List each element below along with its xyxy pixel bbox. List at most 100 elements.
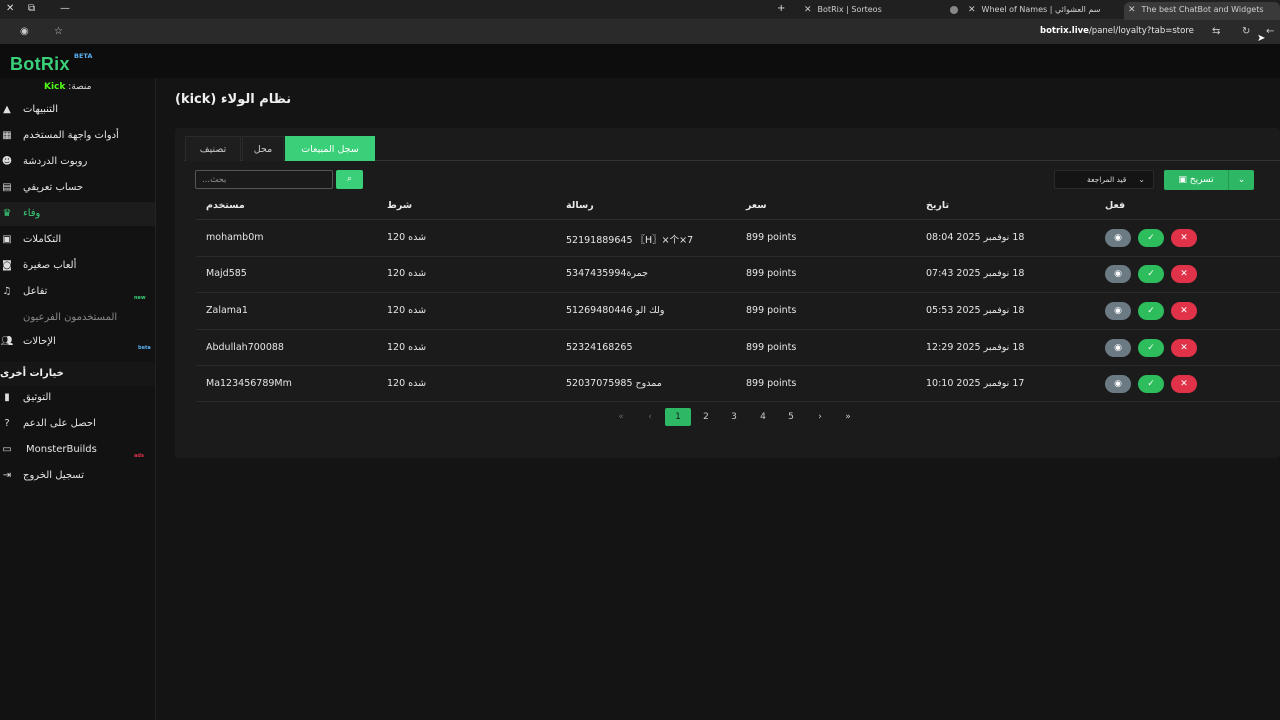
sidebar-item-label: التوثيق: [23, 392, 52, 403]
cell-date: 18 نوفمبر 2025 05:53: [926, 305, 1025, 316]
layout-icon: ▦: [2, 130, 12, 141]
page-button-3[interactable]: 3: [721, 408, 747, 426]
tab-title: The best ChatBot and Widgets: [1141, 5, 1264, 14]
row-divider: [196, 329, 1280, 330]
sidebar-item-loyalty[interactable]: ♛ وفاء: [0, 202, 155, 226]
close-tab-icon[interactable]: ✕: [804, 5, 812, 15]
prev-page-button[interactable]: ‹: [637, 408, 663, 426]
browser-tab-active[interactable]: ✕ The best ChatBot and Widgets: [1124, 2, 1280, 20]
sidebar-item-logout[interactable]: ⇥ تسجيل الخروج: [0, 464, 155, 488]
approve-button[interactable]: ✓: [1138, 302, 1164, 320]
platform-indicator: منصة: Kick: [44, 82, 91, 92]
view-button[interactable]: ◉: [1105, 265, 1131, 283]
logout-icon: ⇥: [2, 470, 12, 481]
close-icon: ✕: [1180, 343, 1188, 353]
first-page-button[interactable]: «: [608, 408, 634, 426]
sidebar-item-chatbot[interactable]: ☻ روبوت الدردشة: [0, 150, 155, 174]
cell-price: 899 points: [746, 378, 797, 389]
back-icon[interactable]: ←: [1266, 26, 1274, 37]
sidebar-item-subusers[interactable]: المستخدمون الفرعيون: [0, 306, 155, 330]
app-header: [0, 44, 1280, 78]
view-button[interactable]: ◉: [1105, 302, 1131, 320]
column-header-message[interactable]: رسالة: [566, 200, 594, 211]
next-page-button[interactable]: ›: [807, 408, 833, 426]
restore-window-icon[interactable]: ⧉: [28, 3, 35, 14]
sidebar-item-label: وفاء: [23, 208, 41, 219]
approve-button[interactable]: ✓: [1138, 339, 1164, 357]
column-header-user[interactable]: مستخدم: [206, 200, 245, 211]
page-button-5[interactable]: 5: [778, 408, 804, 426]
cell-condition: شده 120: [387, 232, 427, 243]
tab-store[interactable]: محل: [242, 136, 284, 161]
cell-date: 18 نوفمبر 2025 12:29: [926, 342, 1025, 353]
page-button-1[interactable]: 1: [665, 408, 691, 426]
reload-icon[interactable]: ↻: [1242, 26, 1250, 37]
eye-icon: ◉: [1114, 306, 1122, 316]
search-button[interactable]: ⌕: [336, 170, 363, 189]
new-tab-icon[interactable]: +: [777, 3, 785, 14]
sidebar-item-label: تسجيل الخروج: [23, 470, 85, 481]
chevron-down-icon: ⌄: [1237, 175, 1246, 185]
check-icon: ✓: [1147, 306, 1155, 316]
column-header-date[interactable]: تاريخ: [926, 200, 949, 211]
browser-tab[interactable]: ✕ Wheel of Names | سم العشوائي: [940, 2, 1120, 20]
tab-ranking[interactable]: تصنيف: [185, 136, 241, 161]
last-page-button[interactable]: »: [835, 408, 861, 426]
sidebar-item-widgets[interactable]: ▦ أدوات واجهة المستخدم: [0, 124, 155, 148]
page-button-2[interactable]: 2: [693, 408, 719, 426]
status-filter-value: قيد المراجعة: [1087, 175, 1127, 184]
column-header-price[interactable]: سعر: [746, 200, 767, 211]
close-tab-icon[interactable]: ✕: [968, 5, 976, 15]
status-filter-select[interactable]: قيد المراجعة ⌄: [1054, 170, 1154, 189]
laptop-icon: ▭: [2, 444, 12, 455]
sidebar-item-integrations[interactable]: ▣ التكاملات: [0, 228, 155, 252]
reject-button[interactable]: ✕: [1171, 265, 1197, 283]
sidebar-item-profile[interactable]: ▤ حساب تعريفي: [0, 176, 155, 200]
approve-button[interactable]: ✓: [1138, 375, 1164, 393]
sidebar-item-referrals[interactable]: 👥︎ الإحالات beta: [0, 330, 155, 354]
tab-sales-log[interactable]: سجل المبيعات: [285, 136, 375, 161]
sidebar-item-docs[interactable]: ▮ التوثيق: [0, 386, 155, 410]
minimize-window-icon[interactable]: —: [60, 3, 70, 14]
view-button[interactable]: ◉: [1105, 229, 1131, 247]
reject-button[interactable]: ✕: [1171, 339, 1197, 357]
close-tab-icon[interactable]: ✕: [1128, 5, 1136, 15]
sidebar-item-support[interactable]: ? احصل على الدعم: [0, 412, 155, 436]
logo[interactable]: BotRix: [10, 54, 70, 75]
sidebar-item-monsterbuilds[interactable]: ▭ MonsterBuilds ads: [0, 438, 155, 462]
browser-tab[interactable]: ✕ BotRix | Sorteos: [800, 2, 940, 20]
eye-icon: ◉: [1114, 269, 1122, 279]
sidebar-item-label: احصل على الدعم: [23, 418, 96, 429]
reject-button[interactable]: ✕: [1171, 229, 1197, 247]
close-icon: ✕: [1180, 379, 1188, 389]
trophy-icon: ♛: [2, 208, 12, 219]
export-button[interactable]: ▣ تسريح: [1164, 170, 1228, 190]
reject-button[interactable]: ✕: [1171, 375, 1197, 393]
sidebar-item-alerts[interactable]: ▲ التنبيهات: [0, 98, 155, 122]
sidebar-item-minigames[interactable]: ◙ ألعاب صغيرة: [0, 254, 155, 278]
sidebar-item-label: MonsterBuilds: [26, 444, 97, 455]
reject-button[interactable]: ✕: [1171, 302, 1197, 320]
page-button-4[interactable]: 4: [750, 408, 776, 426]
site-settings-icon[interactable]: ⇆: [1212, 26, 1220, 37]
cell-message: 5347435994جمرة: [566, 268, 649, 279]
view-button[interactable]: ◉: [1105, 339, 1131, 357]
sidebar-item-interaction[interactable]: ♫ تفاعل new: [0, 280, 155, 304]
bookmark-star-icon[interactable]: ☆: [54, 26, 63, 37]
platform-label: منصة:: [68, 82, 92, 92]
close-window-icon[interactable]: ✕: [6, 3, 14, 14]
extension-icon[interactable]: ◉: [20, 26, 29, 37]
sidebar-item-label: الإحالات: [23, 336, 56, 347]
eye-icon: ◉: [1114, 343, 1122, 353]
check-icon: ✓: [1147, 233, 1155, 243]
column-header-condition[interactable]: شرط: [387, 200, 412, 211]
url-text[interactable]: botrix.live/panel/loyalty?tab=store: [1040, 26, 1194, 36]
beta-badge: BETA: [74, 52, 93, 60]
view-button[interactable]: ◉: [1105, 375, 1131, 393]
approve-button[interactable]: ✓: [1138, 265, 1164, 283]
cell-date: 18 نوفمبر 2025 07:43: [926, 268, 1025, 279]
export-dropdown-button[interactable]: ⌄: [1228, 170, 1254, 190]
search-input[interactable]: [195, 170, 333, 189]
approve-button[interactable]: ✓: [1138, 229, 1164, 247]
sidebar-section-title: خيارات أخرى: [0, 362, 155, 386]
